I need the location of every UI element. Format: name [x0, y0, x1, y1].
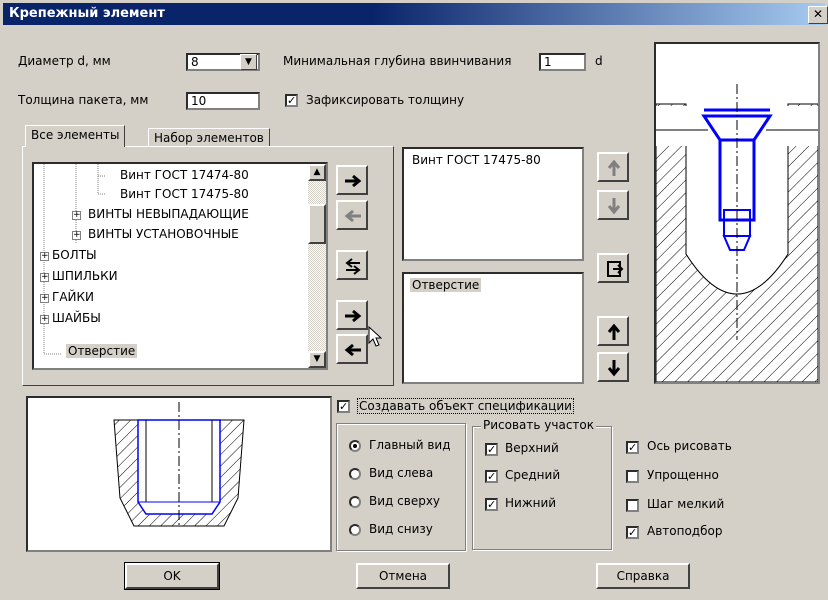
- hole-drawing: [113, 402, 245, 528]
- tree-item[interactable]: ГАЙКИ: [52, 290, 94, 304]
- fix-thickness-label: Зафиксировать толщину: [306, 93, 465, 107]
- view-label: Главный вид: [369, 438, 451, 452]
- axis-label: Ось рисовать: [647, 439, 732, 453]
- arrow-down-icon: [607, 198, 621, 215]
- min-depth-label: Минимальная глубина ввинчивания: [283, 54, 512, 68]
- view-radio[interactable]: [349, 496, 361, 508]
- remove-arrow-button[interactable]: [336, 200, 368, 230]
- tab-element-set[interactable]: Набор элементов: [148, 128, 270, 148]
- list-item[interactable]: Отверстие: [410, 278, 482, 292]
- create-spec-checkbox[interactable]: ✓: [337, 400, 350, 413]
- tree-item[interactable]: ШПИЛЬКИ: [52, 269, 118, 283]
- arrow-up-icon: [607, 159, 621, 176]
- tab-all-elements[interactable]: Все элементы: [25, 125, 126, 147]
- draw-middle-label: Средний: [505, 468, 561, 482]
- swap-button[interactable]: [597, 253, 629, 283]
- tree-item[interactable]: ВИНТЫ УСТАНОВОЧНЫЕ: [88, 227, 239, 241]
- arrow-left-icon: [344, 209, 361, 223]
- arrow-up-icon: [607, 323, 621, 340]
- view-label: Вид сверху: [369, 494, 441, 508]
- swap-icon: [607, 261, 624, 277]
- mouse-cursor-icon: [368, 326, 382, 347]
- view-label: Вид слева: [369, 466, 434, 480]
- draw-bottom-label: Нижний: [505, 496, 557, 510]
- title-bar: Крепежный элемент ✕: [3, 3, 828, 25]
- dialog-window: Крепежный элемент ✕ Диаметр d, мм 8 ▼ Ми…: [0, 0, 828, 600]
- chevron-down-icon[interactable]: ▼: [240, 54, 257, 70]
- scroll-up-icon[interactable]: ▲: [308, 164, 326, 181]
- min-depth-value: 1: [544, 55, 552, 69]
- hole-preview: [26, 396, 332, 552]
- move-up-button[interactable]: [597, 152, 629, 182]
- bolt-drawing: [655, 84, 819, 383]
- view-radio[interactable]: [349, 468, 361, 480]
- expand-icon[interactable]: +: [72, 211, 81, 220]
- selected-list-top[interactable]: Винт ГОСТ 17475-80: [402, 147, 584, 261]
- selected-list-bottom[interactable]: Отверстие: [402, 272, 584, 384]
- scroll-down-icon[interactable]: ▼: [308, 351, 326, 368]
- expand-icon[interactable]: +: [40, 294, 49, 303]
- arrow-down-icon: [607, 360, 621, 377]
- tree-item[interactable]: Винт ГОСТ 17474-80: [120, 168, 249, 182]
- draw-section-title: Рисовать участок: [481, 418, 596, 432]
- diameter-label: Диаметр d, мм: [18, 54, 111, 68]
- simplified-label: Упрощенно: [647, 468, 719, 482]
- remove-all-button[interactable]: [336, 250, 368, 280]
- tree-item[interactable]: БОЛТЫ: [52, 248, 97, 262]
- elements-tree[interactable]: Винт ГОСТ 17474-80 Винт ГОСТ 17475-80 + …: [32, 162, 328, 370]
- draw-middle-checkbox[interactable]: ✓: [485, 470, 498, 483]
- thickness-value: 10: [191, 94, 207, 108]
- tree-item[interactable]: ШАЙБЫ: [52, 311, 101, 325]
- thickness-input[interactable]: 10: [186, 92, 260, 110]
- move-up-button-2[interactable]: [597, 316, 629, 346]
- axis-checkbox[interactable]: ✓: [626, 441, 639, 454]
- help-button[interactable]: Справка: [596, 563, 690, 589]
- close-button[interactable]: ✕: [808, 6, 828, 24]
- view-label: Вид снизу: [369, 522, 433, 536]
- window-title: Крепежный элемент: [9, 6, 165, 21]
- draw-top-checkbox[interactable]: ✓: [485, 443, 498, 456]
- expand-icon[interactable]: +: [72, 231, 81, 240]
- fine-pitch-label: Шаг мелкий: [647, 497, 725, 511]
- arrow-right-icon: [345, 174, 362, 188]
- diameter-value: 8: [191, 55, 199, 69]
- arrow-left-icon: [344, 343, 361, 357]
- cancel-button[interactable]: Отмена: [356, 563, 450, 589]
- draw-top-label: Верхний: [505, 441, 559, 455]
- add-bottom-button[interactable]: [336, 300, 368, 330]
- expand-icon[interactable]: +: [40, 273, 49, 282]
- simplified-checkbox[interactable]: [626, 470, 639, 483]
- remove-bottom-button[interactable]: [336, 334, 368, 364]
- min-depth-unit: d: [595, 54, 603, 68]
- fine-pitch-checkbox[interactable]: [626, 499, 639, 512]
- create-spec-label: Создавать объект спецификации: [357, 398, 574, 414]
- ok-button[interactable]: OK: [124, 562, 220, 590]
- view-radio[interactable]: [349, 440, 361, 452]
- fastener-preview: [654, 42, 820, 384]
- draw-bottom-checkbox[interactable]: ✓: [485, 498, 498, 511]
- thickness-label: Толщина пакета, мм: [18, 93, 149, 107]
- tree-item-selected[interactable]: Отверстие: [66, 344, 138, 358]
- arrow-right-icon: [345, 309, 362, 323]
- auto-select-checkbox[interactable]: ✓: [626, 526, 639, 539]
- list-item[interactable]: Винт ГОСТ 17475-80: [410, 153, 543, 167]
- auto-select-label: Автоподбор: [647, 524, 723, 538]
- view-radio[interactable]: [349, 524, 361, 536]
- tree-item[interactable]: ВИНТЫ НЕВЫПАДАЮЩИЕ: [88, 207, 249, 221]
- min-depth-input[interactable]: 1: [539, 53, 586, 71]
- expand-icon[interactable]: +: [40, 315, 49, 324]
- add-arrow-button[interactable]: [336, 165, 368, 195]
- scroll-thumb[interactable]: [308, 204, 326, 244]
- expand-icon[interactable]: +: [40, 252, 49, 261]
- move-down-button[interactable]: [597, 190, 629, 220]
- tree-item[interactable]: Винт ГОСТ 17475-80: [120, 187, 249, 201]
- fix-thickness-checkbox[interactable]: ✓: [285, 94, 298, 107]
- double-arrow-left-icon: [345, 258, 361, 275]
- move-down-button-2[interactable]: [597, 352, 629, 382]
- tree-scrollbar[interactable]: ▲ ▼: [308, 164, 326, 368]
